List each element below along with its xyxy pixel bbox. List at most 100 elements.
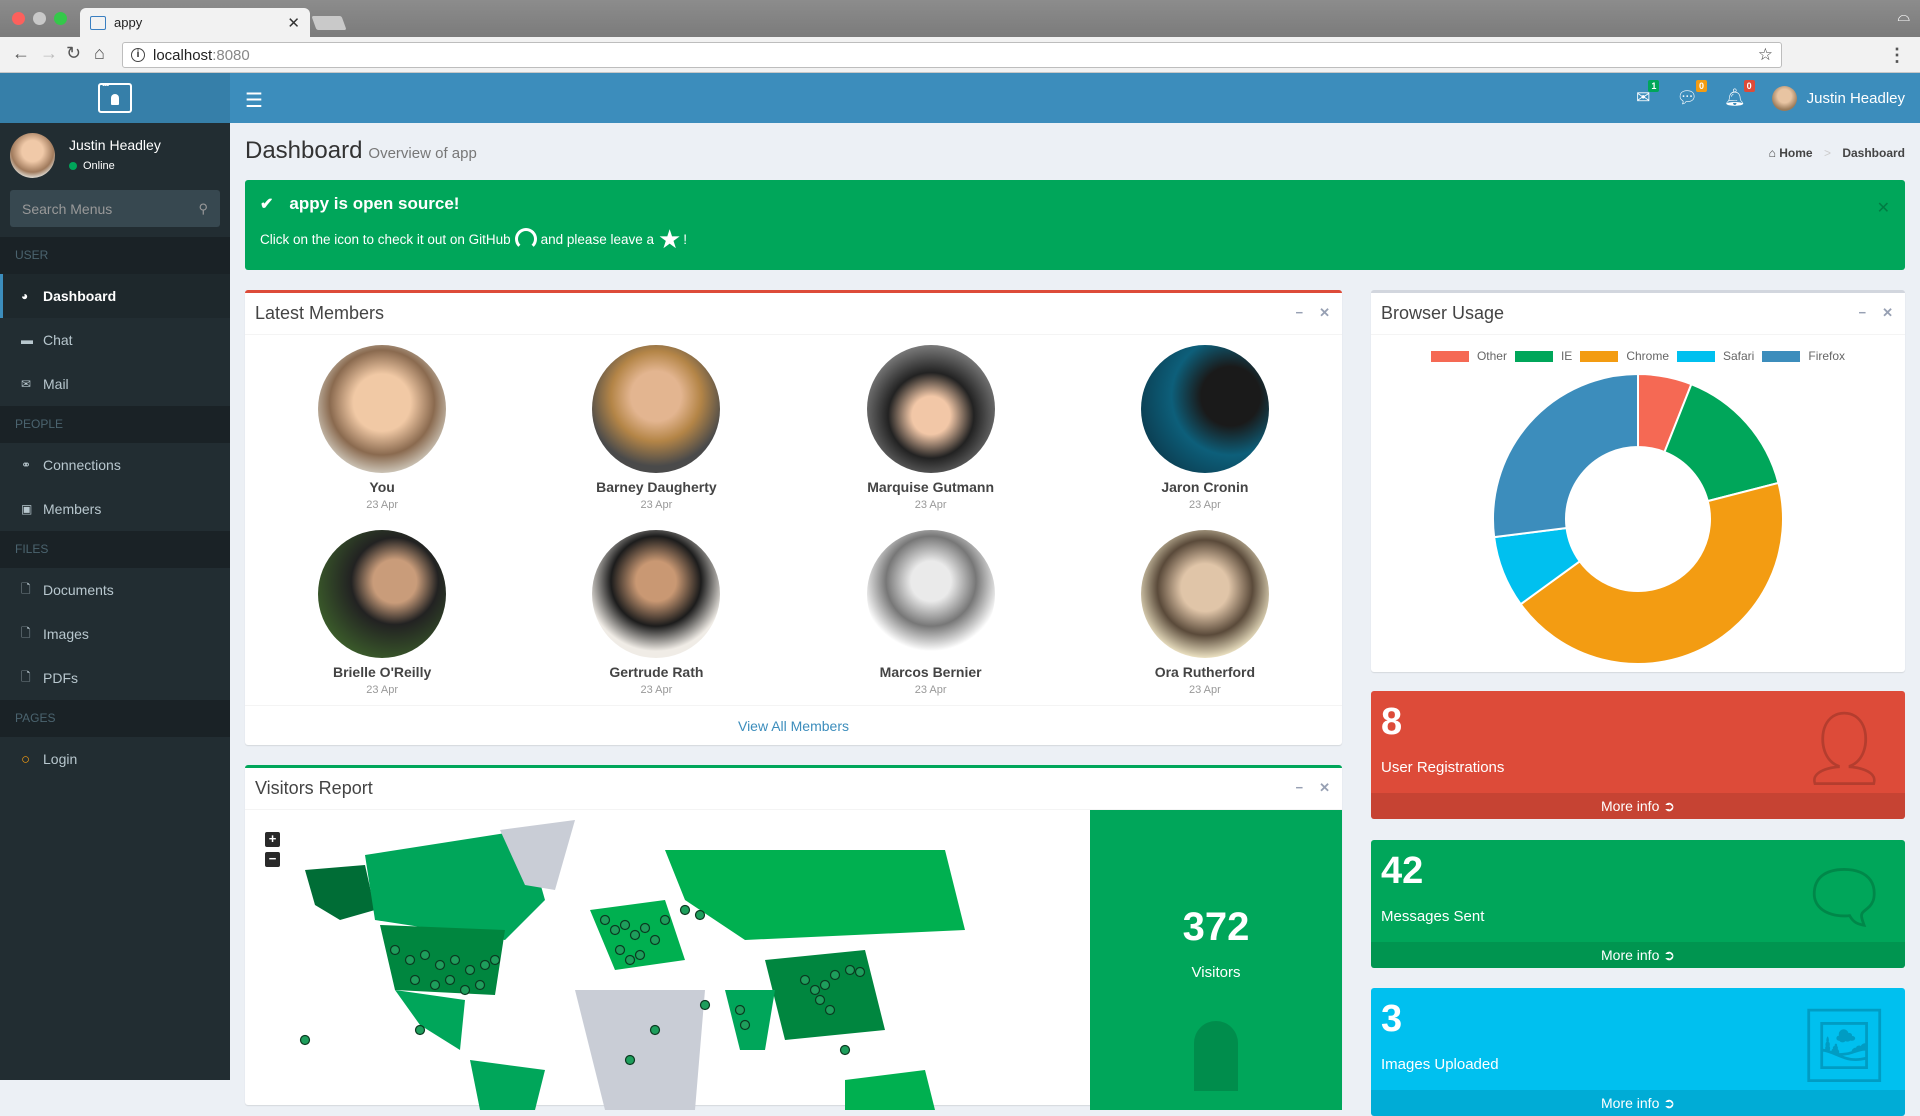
tab-close-icon[interactable]: ✕ — [287, 14, 300, 32]
visitor-marker[interactable] — [299, 1034, 311, 1046]
sidebar-item-dashboard[interactable]: ◕ Dashboard — [0, 274, 230, 318]
visitor-marker[interactable] — [639, 922, 651, 934]
sidebar-toggle-hamburger-icon[interactable]: ☰ — [245, 88, 263, 113]
visitor-marker[interactable] — [739, 1019, 751, 1031]
browser-menu-icon[interactable]: ⋮ — [1888, 45, 1906, 66]
sidebar-item-members[interactable]: ▣ Members — [0, 487, 230, 531]
visitor-marker[interactable] — [444, 974, 456, 986]
visitor-marker[interactable] — [619, 919, 631, 931]
alert-close-icon[interactable]: ✕ — [1877, 198, 1890, 218]
more-info-link[interactable]: More info ➲ — [1371, 942, 1905, 968]
legend-item[interactable]: Other — [1430, 349, 1507, 363]
member-avatar[interactable] — [318, 345, 447, 473]
visitor-marker[interactable] — [449, 954, 461, 966]
bookmark-star-icon[interactable]: ☆ — [1758, 45, 1773, 65]
collapse-icon[interactable]: − — [1296, 305, 1304, 321]
visitor-marker[interactable] — [434, 959, 446, 971]
member-avatar[interactable] — [592, 345, 721, 473]
visitor-marker[interactable] — [474, 979, 486, 991]
remove-icon[interactable]: ✕ — [1319, 780, 1330, 796]
member-card[interactable]: Marquise Gutmann 23 Apr — [794, 345, 1068, 530]
search-icon[interactable]: ⚲ — [198, 201, 208, 217]
view-all-members-link[interactable]: View All Members — [245, 705, 1342, 745]
visitor-marker[interactable] — [459, 984, 471, 996]
visitor-marker[interactable] — [629, 929, 641, 941]
more-info-link[interactable]: More info ➲ — [1371, 793, 1905, 819]
legend-item[interactable]: IE — [1514, 349, 1572, 363]
visitor-marker[interactable] — [699, 999, 711, 1011]
visitor-marker[interactable] — [414, 1024, 426, 1036]
visitor-marker[interactable] — [659, 914, 671, 926]
chat-comments-icon[interactable]: 💬︎ 0 — [1676, 80, 1708, 108]
member-name[interactable]: Jaron Cronin — [1068, 479, 1342, 495]
member-card[interactable]: Gertrude Rath 23 Apr — [519, 530, 793, 715]
visitor-marker[interactable] — [829, 969, 841, 981]
sidebar-item-login[interactable]: ○ Login — [0, 737, 230, 781]
visitor-marker[interactable] — [839, 1044, 851, 1056]
visitor-marker[interactable] — [694, 909, 706, 921]
visitor-marker[interactable] — [429, 979, 441, 991]
visitor-marker[interactable] — [419, 949, 431, 961]
user-menu[interactable]: Justin Headley — [1771, 85, 1905, 111]
member-name[interactable]: Gertrude Rath — [519, 664, 793, 680]
remove-icon[interactable]: ✕ — [1882, 305, 1893, 321]
home-icon[interactable]: ⌂ — [94, 43, 105, 64]
member-card[interactable]: Brielle O'Reilly 23 Apr — [245, 530, 519, 715]
member-avatar[interactable] — [592, 530, 721, 658]
visitor-marker[interactable] — [819, 979, 831, 991]
visitor-marker[interactable] — [389, 944, 401, 956]
reload-icon[interactable]: ↻ — [66, 43, 81, 64]
visitor-marker[interactable] — [799, 974, 811, 986]
remove-icon[interactable]: ✕ — [1319, 305, 1330, 321]
member-name[interactable]: Marquise Gutmann — [794, 479, 1068, 495]
logo[interactable] — [0, 73, 230, 123]
visitor-marker[interactable] — [649, 934, 661, 946]
member-name[interactable]: Barney Daugherty — [519, 479, 793, 495]
visitor-marker[interactable] — [809, 984, 821, 996]
more-info-link[interactable]: More info ➲ — [1371, 1090, 1905, 1116]
messages-envelope-icon[interactable]: ✉ 1 — [1636, 80, 1660, 108]
member-avatar[interactable] — [1140, 345, 1269, 473]
member-name[interactable]: Marcos Bernier — [794, 664, 1068, 680]
visitor-marker[interactable] — [679, 904, 691, 916]
member-name[interactable]: You — [245, 479, 519, 495]
visitor-marker[interactable] — [814, 994, 826, 1006]
member-avatar[interactable] — [318, 530, 447, 658]
back-icon[interactable]: ← — [12, 43, 30, 64]
sidebar-item-images[interactable]: 🗋︎ Images — [0, 612, 230, 656]
visitor-marker[interactable] — [634, 949, 646, 961]
visitor-marker[interactable] — [624, 954, 636, 966]
sidebar-item-documents[interactable]: 🗋︎ Documents — [0, 568, 230, 612]
visitor-marker[interactable] — [854, 966, 866, 978]
sidebar-search-input[interactable]: Search Menus ⚲ — [10, 190, 220, 227]
visitor-marker[interactable] — [649, 1024, 661, 1036]
sidebar-item-pdfs[interactable]: 🗋︎ PDFs — [0, 656, 230, 700]
new-tab-button[interactable] — [311, 16, 347, 30]
donut-slice-firefox[interactable] — [1492, 372, 1639, 539]
visitor-marker[interactable] — [599, 914, 611, 926]
member-name[interactable]: Brielle O'Reilly — [245, 664, 519, 680]
world-map[interactable]: + − — [245, 810, 1090, 1110]
site-info-icon[interactable]: i — [131, 48, 145, 62]
visitor-marker[interactable] — [409, 974, 421, 986]
sidebar-item-connections[interactable]: ⚭ Connections — [0, 443, 230, 487]
visitor-marker[interactable] — [844, 964, 856, 976]
legend-item[interactable]: Safari — [1677, 349, 1754, 363]
visitor-marker[interactable] — [614, 944, 626, 956]
member-avatar[interactable] — [1140, 530, 1269, 658]
collapse-icon[interactable]: − — [1296, 780, 1304, 796]
visitor-marker[interactable] — [479, 959, 491, 971]
sidebar-item-mail[interactable]: ✉ Mail — [0, 362, 230, 406]
member-avatar[interactable] — [866, 530, 995, 658]
collapse-icon[interactable]: − — [1859, 305, 1867, 321]
member-avatar[interactable] — [866, 345, 995, 473]
visitor-marker[interactable] — [734, 1004, 746, 1016]
member-card[interactable]: Barney Daugherty 23 Apr — [519, 345, 793, 530]
map-zoom-in-button[interactable]: + — [265, 832, 280, 847]
sidebar-item-chat[interactable]: ▬ Chat — [0, 318, 230, 362]
member-card[interactable]: Ora Rutherford 23 Apr — [1068, 530, 1342, 715]
visitor-marker[interactable] — [489, 954, 501, 966]
maximize-window-button[interactable] — [54, 12, 67, 25]
map-zoom-out-button[interactable]: − — [265, 852, 280, 867]
visitor-marker[interactable] — [464, 964, 476, 976]
